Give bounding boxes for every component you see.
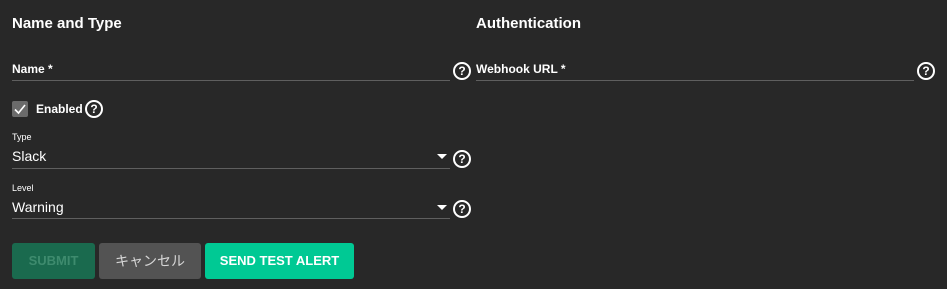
submit-button[interactable]: SUBMIT <box>12 243 95 279</box>
type-select[interactable]: Type Slack ? <box>12 132 474 170</box>
enabled-checkbox-row[interactable]: Enabled ? <box>12 100 112 118</box>
webhook-url-field[interactable]: Webhook URL * ? <box>476 62 940 84</box>
name-field[interactable]: Name * ? <box>12 62 474 84</box>
triangle-down-icon[interactable] <box>437 154 447 159</box>
type-select-underline <box>12 168 450 169</box>
webhook-url-underline <box>476 80 914 81</box>
section-title-authentication: Authentication <box>476 15 581 32</box>
level-select-label: Level <box>12 183 34 193</box>
level-select-value: Warning <box>12 199 64 215</box>
level-select[interactable]: Level Warning ? <box>12 183 474 221</box>
enabled-checkbox[interactable] <box>12 101 28 117</box>
help-icon[interactable]: ? <box>453 62 471 80</box>
help-icon[interactable]: ? <box>453 200 471 218</box>
enabled-label: Enabled <box>36 102 83 116</box>
type-select-value: Slack <box>12 148 47 164</box>
webhook-url-label: Webhook URL * <box>476 62 566 76</box>
help-icon[interactable]: ? <box>917 62 935 80</box>
cancel-button[interactable]: キャンセル <box>99 243 201 279</box>
help-icon[interactable]: ? <box>453 150 471 168</box>
name-field-underline <box>12 80 450 81</box>
level-select-underline <box>12 218 450 219</box>
send-test-alert-button[interactable]: SEND TEST ALERT <box>205 243 354 279</box>
triangle-down-icon[interactable] <box>437 205 447 210</box>
check-icon <box>14 104 26 115</box>
type-select-label: Type <box>12 132 32 142</box>
name-field-label: Name * <box>12 62 53 76</box>
section-title-name-and-type: Name and Type <box>12 15 122 32</box>
help-icon[interactable]: ? <box>85 100 103 118</box>
